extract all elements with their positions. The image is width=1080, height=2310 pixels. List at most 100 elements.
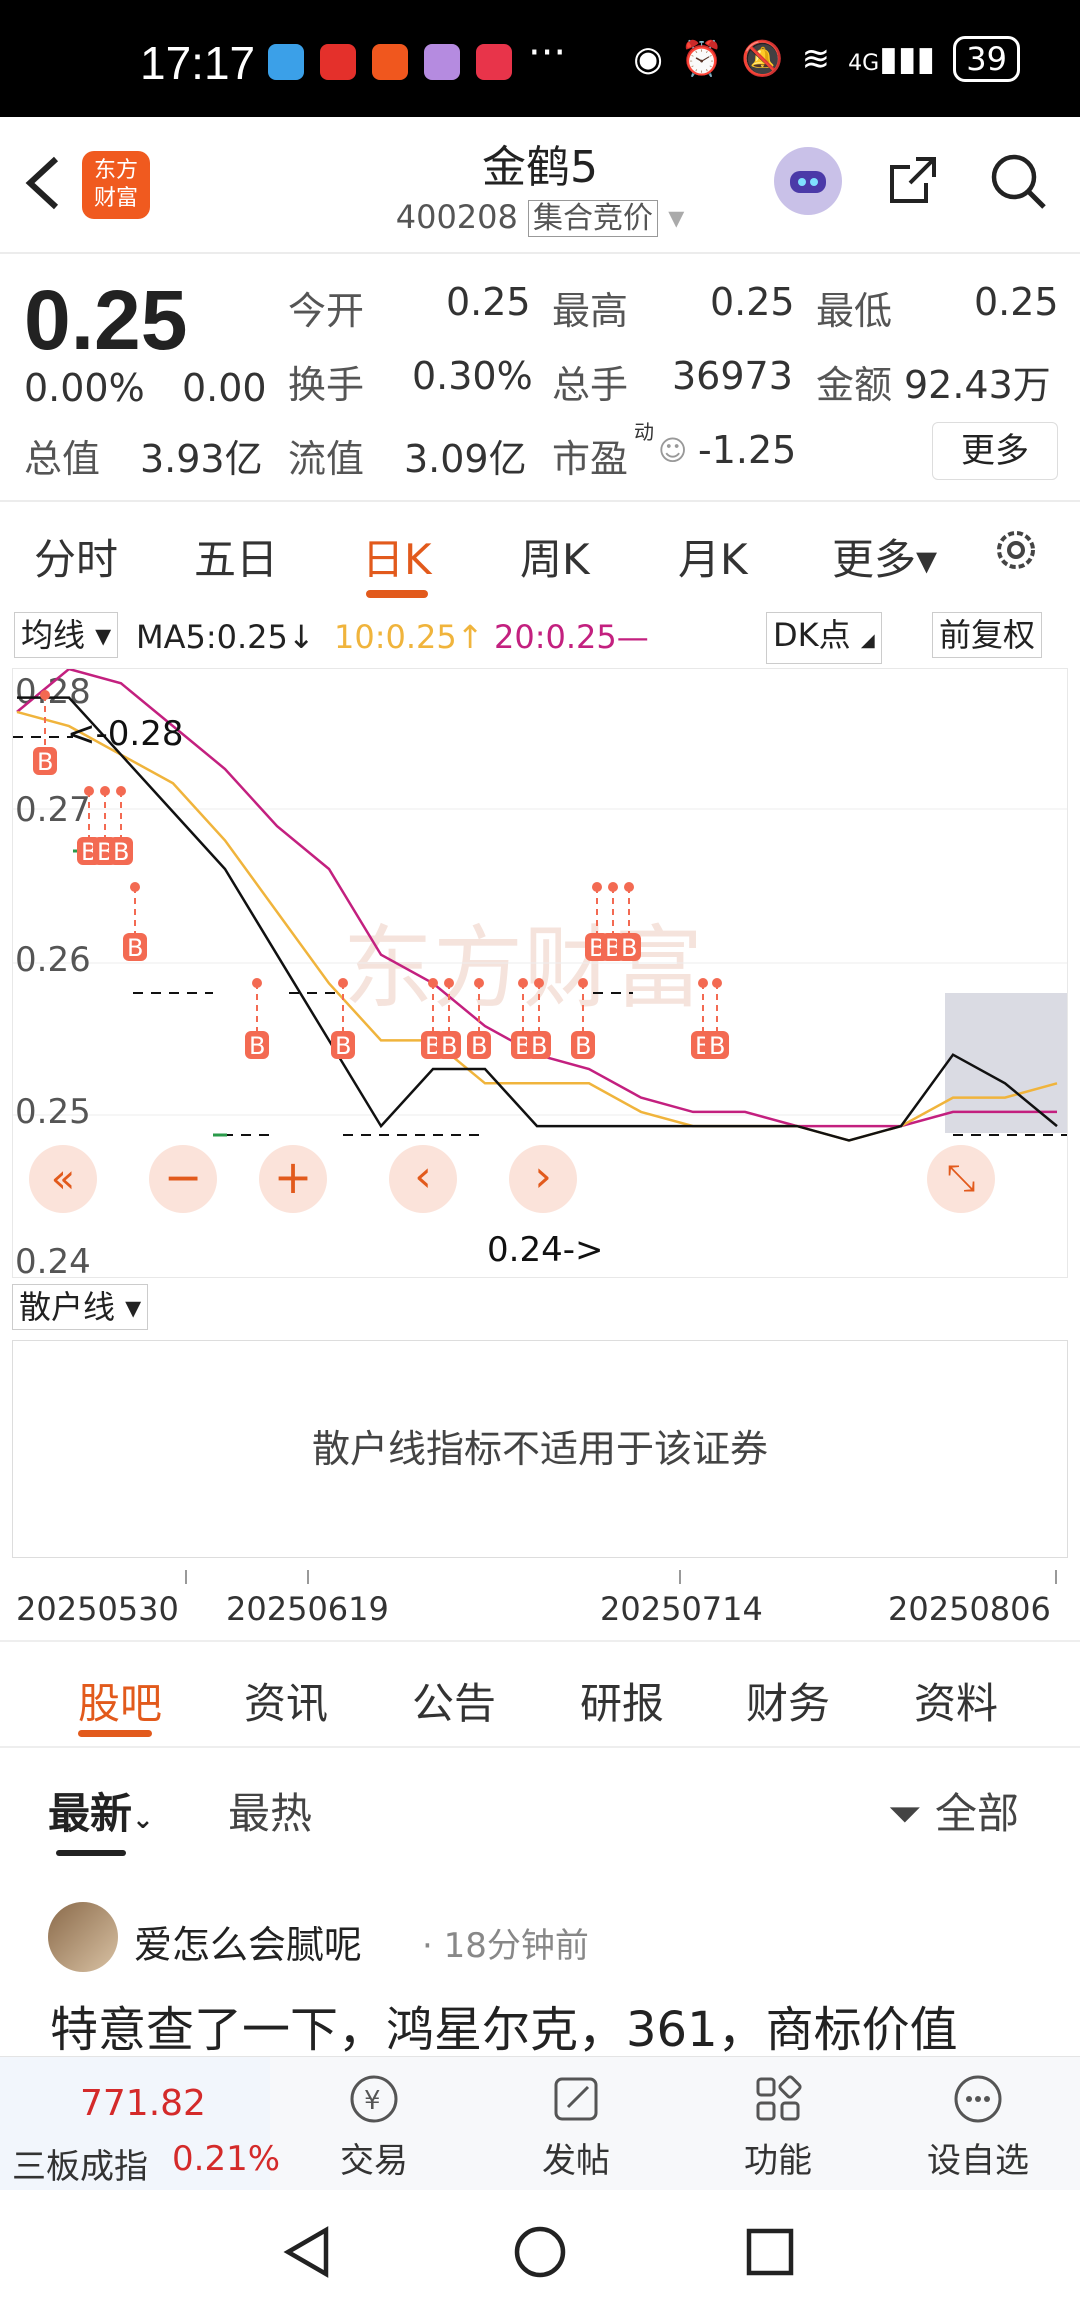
change-value: 0.00 [182,366,267,410]
post-item[interactable]: 爱怎么会腻呢 · 18分钟前 特意查了一下，鸿星尔克，361，商标价值 [0,1880,1080,2060]
network-type: 4G [848,51,880,76]
add-watchlist-button[interactable]: 设自选 [918,2071,1038,2182]
eye-icon: ◉ [633,39,663,79]
tab-daily-k[interactable]: 日K [362,526,432,587]
high-value: 0.25 [710,280,795,324]
date-label: 20250619 [226,1590,389,1628]
change-pct: 0.00% [24,366,145,410]
active-tab-indicator [366,590,428,598]
post-time: · 18分钟前 [422,1926,589,1966]
buy-marker-dot [444,978,454,988]
filter-icon: ⏷ [888,1789,922,1838]
gear-icon[interactable] [990,524,1042,576]
chevron-down-icon: ⌄ [132,1805,154,1835]
ai-assistant-icon[interactable] [774,147,842,215]
app-notification-icon [476,44,512,80]
info-icon[interactable]: ☺ [658,434,687,467]
tab-monthly-k[interactable]: 月K [678,526,748,587]
date-label: 20250714 [600,1590,763,1628]
active-tab-indicator [78,1730,152,1737]
function-button[interactable]: 功能 [718,2071,838,2182]
low-marker: 0.24-> [487,1230,603,1270]
ma10-value: 10:0.25↑ [334,618,484,656]
notification-icons [268,44,512,80]
expand-icon[interactable]: ⤡ [927,1145,995,1213]
post-text[interactable]: 特意查了一下，鸿星尔克，361，商标价值 [50,1990,958,2060]
sort-row: 最新⌄ 最热 ⏷ 全部 [0,1750,1080,1860]
scroll-right-button[interactable]: › [509,1145,577,1213]
tab-profile[interactable]: 资料 [914,1670,998,1731]
buy-marker-label: B [441,1032,457,1060]
mktcap-value: 3.93亿 [140,437,263,481]
tab-intraday[interactable]: 分时 [34,526,118,587]
dk-select[interactable]: DK点 ◢ [766,612,882,664]
sort-latest[interactable]: 最新⌄ [48,1780,154,1841]
ma-select[interactable]: 均线 ▾ [14,612,119,658]
zoom-out-button[interactable]: − [149,1145,217,1213]
edit-icon [554,2077,598,2121]
buy-marker-dot [712,978,722,988]
pe-value: -1.25 [698,428,797,472]
tab-guba[interactable]: 股吧 [78,1670,162,1731]
buy-marker-dot [100,786,110,796]
post-username[interactable]: 爱怎么会腻呢 [134,1914,362,1969]
index-ticker[interactable]: 771.82 三板成指 0.21% [0,2057,280,2191]
share-icon[interactable] [886,153,940,207]
sort-latest-label: 最新 [48,1789,133,1838]
stock-header: 东方 财富 金鹤5 400208 集合竞价 ▾ [0,117,1080,252]
buy-marker-dot [698,978,708,988]
filter-label: 全部 [934,1789,1019,1838]
amount-value: 92.43万 [904,363,1051,407]
buy-marker-dot [130,882,140,892]
music-notification-icon [424,44,460,80]
tab-five-day[interactable]: 五日 [194,526,278,587]
index-change: 0.21% [172,2139,281,2179]
home-circle-icon[interactable] [512,2224,568,2280]
amount-label: 金额 [816,363,893,407]
volume-value: 36973 [672,354,793,398]
low-value: 0.25 [974,280,1059,324]
content-tabs: 股吧 资讯 公告 研报 财务 资料 [0,1640,1080,1748]
adjust-select[interactable]: 前复权 [932,612,1043,658]
buy-marker-dot [592,882,602,892]
low-label: 最低 [816,289,893,333]
sub-indicator-select[interactable]: 散户线 ▾ [12,1284,149,1330]
buy-marker-label: B [249,1032,265,1060]
sort-hot[interactable]: 最热 [228,1780,312,1841]
tab-more[interactable]: 更多▾ [832,526,937,587]
zoom-in-button[interactable]: + [259,1145,327,1213]
buy-marker-label: B [471,1032,487,1060]
back-triangle-icon[interactable] [282,2224,334,2280]
search-icon[interactable] [988,151,1048,211]
ma20-value: 20:0.25— [494,618,649,656]
buy-marker-dot [518,978,528,988]
avatar[interactable] [48,1902,118,1972]
float-value: 3.09亿 [404,437,527,481]
more-quote-button[interactable]: 更多 [932,422,1058,480]
buy-marker-dot [84,786,94,796]
kline-chart[interactable]: 东方财富 0.28 0.27 0.26 0.25 0.24 <-0.28 0.2… [12,668,1068,1278]
double-left-icon[interactable]: « [29,1145,97,1213]
date-label: 20250806 [888,1590,1051,1628]
recent-square-icon[interactable] [744,2226,796,2278]
tab-finance[interactable]: 财务 [746,1670,830,1731]
scroll-left-button[interactable]: ‹ [389,1145,457,1213]
tab-weekly-k[interactable]: 周K [520,526,590,587]
filter-button[interactable]: ⏷ 全部 [888,1780,1019,1841]
pe-sup: 动 [634,420,654,444]
tab-announcement[interactable]: 公告 [412,1670,496,1731]
buy-marker-dot [534,978,544,988]
tab-research[interactable]: 研报 [580,1670,664,1731]
trade-button[interactable]: ¥ 交易 [314,2071,434,2182]
buy-marker-dot [252,978,262,988]
high-label: 最高 [552,289,629,333]
post-button[interactable]: 发帖 [516,2071,636,2182]
y-label: 0.25 [15,1092,91,1132]
stock-code: 400208 [395,198,518,236]
buy-marker-dot [624,882,634,892]
app-notification-icon [268,44,304,80]
buy-marker-dot [40,690,50,700]
current-price: 0.25 [24,273,188,367]
float-label: 流值 [288,437,365,481]
tab-news[interactable]: 资讯 [244,1670,328,1731]
